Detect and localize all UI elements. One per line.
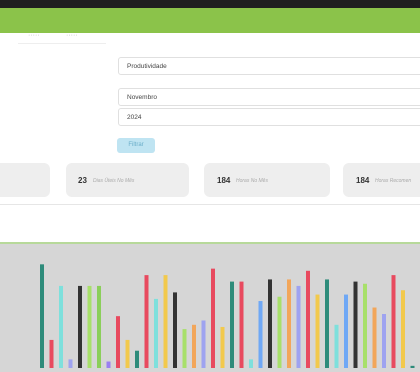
view-tabs: ····· ····· <box>18 32 106 44</box>
chart-bar <box>268 279 272 368</box>
chart-bar <box>78 285 82 368</box>
chart-bar <box>125 339 130 368</box>
chart-bar <box>249 359 253 368</box>
chart-bar <box>135 350 139 368</box>
chart-bar <box>59 285 63 368</box>
chart-bar <box>201 320 206 368</box>
tab-2[interactable]: ····· <box>66 32 78 39</box>
chart-bar <box>211 268 215 368</box>
browser-top-strip <box>0 0 420 8</box>
chart-bar <box>230 281 234 368</box>
section-divider <box>0 204 420 205</box>
chart-bar <box>97 285 101 368</box>
stat-card-partial <box>0 163 50 197</box>
chart-bar <box>40 264 44 368</box>
chart-bar <box>391 275 396 368</box>
chart-bar <box>363 283 367 368</box>
app-header-bar <box>0 8 420 33</box>
stat-label: Horas No Mês <box>236 178 268 184</box>
stat-card-recommended-hours: 184 Horas Recomen <box>343 163 420 197</box>
chart-bar <box>325 279 329 368</box>
stat-card-month-hours: 184 Horas No Mês <box>204 163 330 197</box>
chart-bar <box>410 365 415 368</box>
chart-bar <box>87 285 92 368</box>
chart-bar <box>239 281 244 368</box>
chart-bar <box>401 290 405 368</box>
productivity-bar-chart <box>40 264 415 368</box>
stat-label: Dias Úteis No Mês <box>93 178 135 184</box>
filter-button[interactable]: Filtrar <box>117 138 155 153</box>
stat-label: Horas Recomen <box>375 178 412 184</box>
chart-bar <box>344 294 348 368</box>
month-select[interactable]: Novembro <box>118 88 420 106</box>
chart-bar <box>144 275 149 368</box>
chart-bar <box>116 316 120 368</box>
chart-bar <box>315 294 320 368</box>
report-select[interactable]: Produtividade <box>118 57 420 75</box>
chart-bar <box>106 361 111 368</box>
chart-bar <box>382 314 386 368</box>
chart-bar <box>296 285 301 368</box>
chart-bar <box>334 324 339 368</box>
chart-bar <box>220 326 225 368</box>
tab-1[interactable]: ····· <box>28 32 40 39</box>
chart-bar <box>173 292 177 368</box>
stat-card-workdays: 23 Dias Úteis No Mês <box>66 163 189 197</box>
chart-bar <box>353 281 358 368</box>
chart-bar <box>372 307 377 368</box>
chart-bar <box>277 296 282 368</box>
stat-number: 184 <box>356 176 370 185</box>
stat-number: 23 <box>78 176 87 185</box>
year-select[interactable]: 2024 <box>118 108 420 126</box>
stat-number: 184 <box>217 176 231 185</box>
chart-bar <box>68 359 73 368</box>
chart-bar <box>192 324 196 368</box>
chart-bar <box>258 301 263 368</box>
chart-bar <box>154 298 158 368</box>
chart-bar <box>163 275 168 368</box>
chart-bar <box>287 279 291 368</box>
chart-bar <box>306 270 310 368</box>
chart-bar <box>182 329 187 368</box>
chart-bar <box>49 339 54 368</box>
